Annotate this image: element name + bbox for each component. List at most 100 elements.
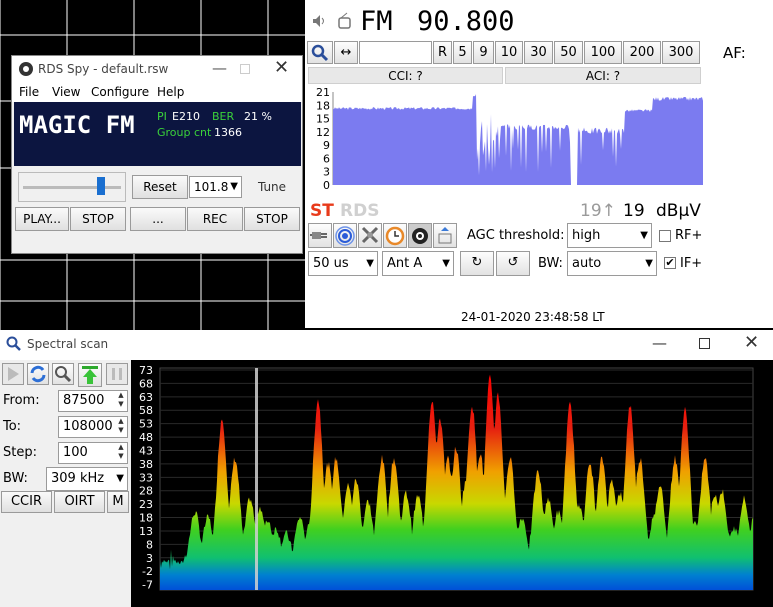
search-button[interactable]: [307, 41, 333, 64]
play-button[interactable]: PLAY...: [15, 207, 69, 231]
tuner-panel: FM 90.800 ↔ R 5 9 10 30 50 100 200 300 A…: [305, 0, 773, 328]
step-button-r[interactable]: R: [433, 41, 452, 64]
step-button-50[interactable]: 50: [554, 41, 583, 64]
record-button[interactable]: [408, 223, 432, 248]
chevron-down-icon: ▼: [442, 258, 450, 269]
menu-configure[interactable]: Configure: [91, 85, 149, 99]
volume-slider-thumb[interactable]: [96, 177, 105, 195]
deemphasis-select[interactable]: 50 us ▼: [308, 251, 378, 276]
step-button-100[interactable]: 100: [584, 41, 622, 64]
datetime: 24-01-2020 23:48:58 LT: [461, 310, 605, 324]
volume-slider-track: [23, 186, 121, 189]
y-tick-label: 18: [139, 512, 153, 525]
reset-button[interactable]: Reset: [132, 175, 188, 199]
tools-button[interactable]: [358, 223, 382, 248]
menu-help[interactable]: Help: [157, 85, 184, 99]
antenna-select[interactable]: Ant A ▼: [382, 251, 454, 276]
step-button-10[interactable]: 10: [495, 41, 523, 64]
clock-button[interactable]: [383, 223, 407, 248]
rec-button[interactable]: REC: [187, 207, 243, 231]
spin-arrows-icon[interactable]: ▲ ▼: [116, 443, 126, 461]
arrows-icon: ↔: [340, 45, 352, 60]
oirt-button[interactable]: OIRT: [54, 491, 105, 513]
pause-button[interactable]: [106, 363, 128, 385]
m-button[interactable]: M: [107, 491, 129, 513]
step-button-300[interactable]: 300: [662, 41, 700, 64]
rotate-ccw-button[interactable]: ↺: [496, 251, 530, 276]
spectral-scan-window: Spectral scan — ✕ From: 87500 ▲ ▼ To: 1080…: [0, 330, 773, 607]
close-icon[interactable]: ✕: [274, 57, 289, 78]
y-tick-label: -2: [142, 565, 153, 578]
play-scan-button[interactable]: [2, 363, 24, 385]
if-plus-label: IF+: [680, 256, 703, 271]
y-tick-label: 6: [323, 152, 330, 165]
play-icon: [8, 367, 19, 381]
stop-rec-button[interactable]: STOP: [244, 207, 300, 231]
swap-button[interactable]: ↔: [334, 41, 358, 64]
spin-arrows-icon[interactable]: ▲ ▼: [116, 391, 126, 409]
rds-button[interactable]: [333, 223, 357, 248]
if-plus-checkbox[interactable]: ✔: [664, 257, 676, 269]
scan-bw-select[interactable]: 309 kHz ▼: [46, 467, 128, 491]
chevron-down-icon: ▼: [645, 258, 653, 269]
close-icon[interactable]: ✕: [744, 332, 759, 353]
speaker-icon[interactable]: [312, 14, 328, 28]
y-tick-label: 18: [316, 99, 330, 112]
step-button-30[interactable]: 30: [524, 41, 553, 64]
clock-icon: [385, 226, 405, 246]
step-input[interactable]: 100 ▲ ▼: [58, 442, 128, 464]
upload-button[interactable]: [433, 223, 457, 248]
rotate-cw-button[interactable]: ↻: [460, 251, 494, 276]
signal-level: 19: [623, 201, 645, 221]
spectrum-chart: 7368635853484338332823181383-2-7: [131, 360, 773, 607]
maximize-icon[interactable]: [240, 64, 250, 74]
minimize-icon[interactable]: —: [212, 59, 227, 77]
pi-code: E210: [172, 110, 200, 123]
agc-select[interactable]: high ▼: [567, 223, 652, 248]
ccir-button[interactable]: CCIR: [1, 491, 52, 513]
to-input[interactable]: 108000 ▲ ▼: [58, 416, 128, 438]
magnifier-icon: [311, 44, 329, 62]
frequency-select-value: 101.8: [194, 180, 229, 194]
rds-window-title: RDS Spy - default.rsw: [38, 62, 169, 76]
maximize-icon[interactable]: [699, 338, 710, 349]
y-tick-label: 73: [139, 364, 153, 377]
rf-plus-checkbox[interactable]: [659, 230, 671, 242]
rds-titlebar: RDS Spy - default.rsw — ✕: [12, 56, 302, 82]
step-button-5[interactable]: 5: [453, 41, 472, 64]
minimize-icon[interactable]: —: [652, 334, 667, 352]
export-button[interactable]: [78, 363, 102, 387]
aci-indicator: ACI: ?: [505, 67, 701, 84]
y-tick-label: 9: [323, 139, 330, 152]
scan-controls: From: 87500 ▲ ▼ To: 108000 ▲ ▼ Step: 100 ▲ ▼ B…: [0, 360, 131, 607]
step-button-200[interactable]: 200: [623, 41, 661, 64]
step-value: 100: [63, 445, 88, 460]
signal-history-area: [333, 94, 703, 185]
menu-file[interactable]: File: [19, 85, 39, 99]
frequency-input[interactable]: [359, 41, 432, 64]
tune-button[interactable]: Tune: [245, 175, 299, 199]
y-tick-label: 13: [139, 525, 153, 538]
step-button-9[interactable]: 9: [473, 41, 494, 64]
browse-button[interactable]: ...: [130, 207, 186, 231]
y-tick-label: 0: [323, 179, 330, 190]
af-label: AF:: [723, 44, 746, 62]
bw-label: BW:: [538, 256, 563, 271]
refresh-button[interactable]: [27, 363, 49, 385]
antenna-icon[interactable]: [337, 12, 353, 29]
bw-select[interactable]: auto ▼: [567, 251, 657, 276]
cursor-marker[interactable]: [255, 368, 258, 590]
radio-waves-icon: [335, 226, 355, 246]
frequency-select[interactable]: 101.8 ▼: [189, 176, 242, 198]
from-input[interactable]: 87500 ▲ ▼: [58, 390, 128, 412]
plug-button[interactable]: [308, 223, 332, 248]
menu-view[interactable]: View: [52, 85, 80, 99]
tuner-header: FM 90.800: [305, 0, 773, 42]
record-icon: [412, 228, 428, 244]
y-tick-label: 63: [139, 391, 153, 404]
stop-play-button[interactable]: STOP: [70, 207, 126, 231]
spin-arrows-icon[interactable]: ▲ ▼: [116, 417, 126, 435]
zoom-button[interactable]: [52, 363, 74, 385]
scan-bw-label: BW:: [3, 471, 28, 486]
signal-peak: 19↑: [580, 201, 616, 221]
